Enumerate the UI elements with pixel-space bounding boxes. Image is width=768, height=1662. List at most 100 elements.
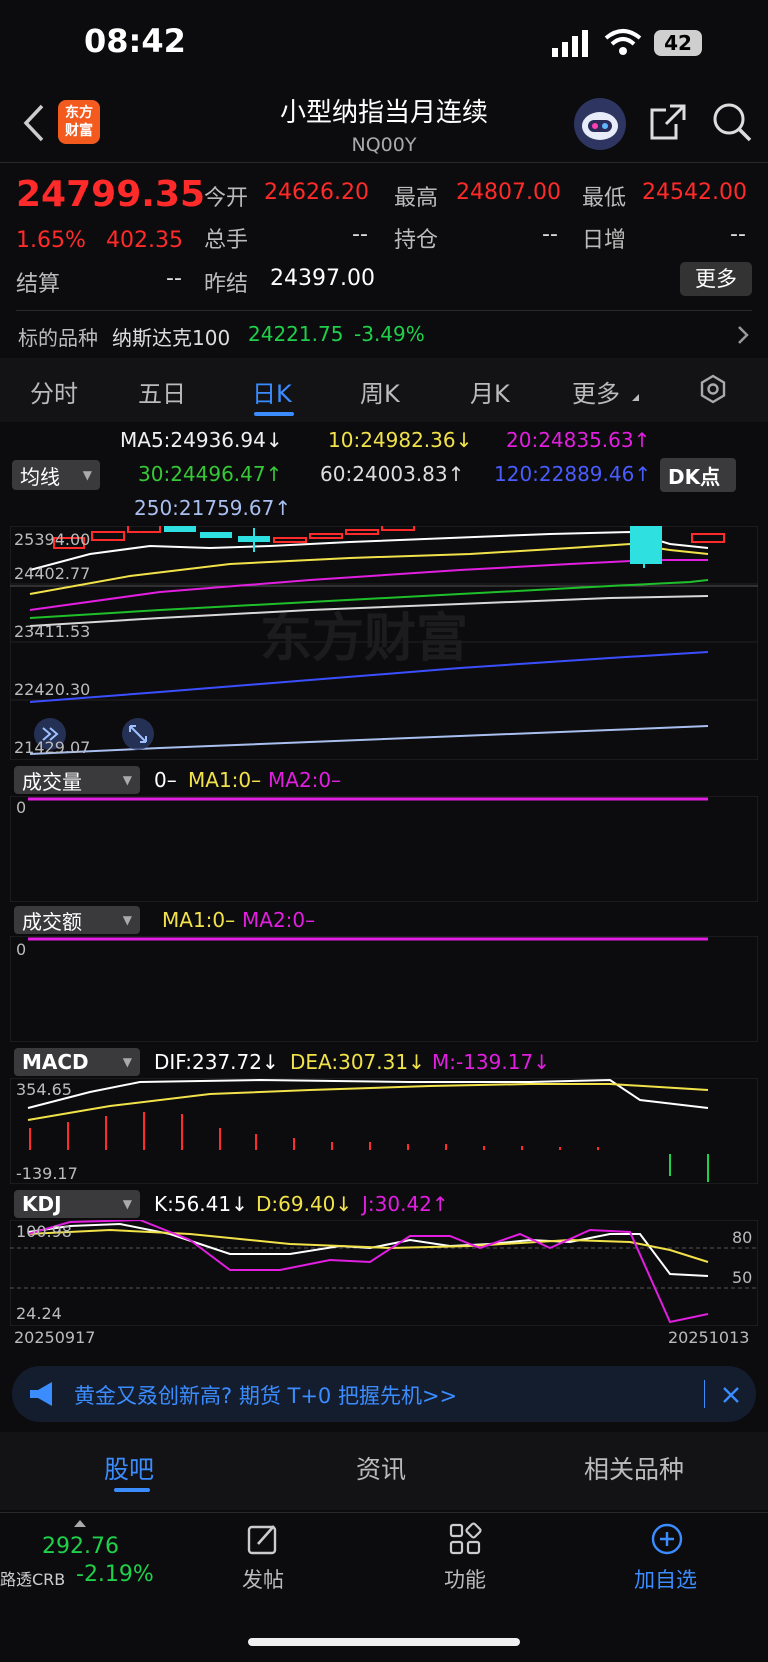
kline-chart[interactable]: 东方财富: [10, 526, 758, 760]
macd-dif: DIF:237.72↓: [154, 1050, 279, 1074]
x-end-date: 20251013: [668, 1328, 750, 1347]
kdj-ref-50: 50: [732, 1268, 753, 1287]
ma30-legend: 30:24496.47↑: [138, 462, 283, 486]
volume-zero: 0: [16, 798, 27, 817]
crb-pct: -2.19%: [76, 1562, 154, 1587]
open-value: 24626.20: [264, 180, 369, 205]
battery-icon: 42: [654, 30, 702, 56]
caret-down-icon: ▼: [82, 468, 92, 482]
macd-m: M:-139.17↓: [432, 1050, 550, 1074]
settle-label: 结算: [16, 272, 61, 297]
caret-down-icon: ▼: [122, 773, 132, 787]
share-icon[interactable]: [648, 102, 688, 146]
chevron-right-icon[interactable]: [736, 324, 750, 350]
candle: [630, 526, 662, 564]
kdj-selector-label: KDJ: [22, 1192, 62, 1216]
y-tick-3: 22420.30: [14, 680, 91, 699]
close-icon[interactable]: [718, 1380, 744, 1412]
caret-down-icon: ▼: [122, 1055, 132, 1069]
battery-level: 42: [664, 31, 692, 55]
prev-settle-label: 昨结: [204, 272, 249, 297]
high-label: 最高: [394, 186, 439, 211]
active-tab-indicator: [254, 412, 294, 416]
macd-chart: [10, 1078, 758, 1184]
robot-avatar-icon[interactable]: [574, 98, 626, 150]
kdj-k: K:56.41↓: [154, 1192, 248, 1216]
macd-selector-label: MACD: [22, 1050, 89, 1074]
x-start-date: 20250917: [14, 1328, 96, 1347]
amount-selector-label: 成交额: [22, 909, 82, 934]
underlying-pct: -3.49%: [354, 322, 425, 346]
function-label[interactable]: 功能: [444, 1564, 486, 1594]
change-pct: 1.65%: [16, 228, 86, 253]
volume-value: --: [352, 222, 368, 247]
candle: [91, 531, 125, 541]
kdj-ref-80: 80: [732, 1228, 753, 1247]
low-label: 最低: [582, 186, 627, 211]
open-label: 今开: [204, 186, 249, 211]
tab-more[interactable]: 更多: [572, 374, 620, 409]
dk-point-label: DK点: [668, 464, 721, 489]
post-icon[interactable]: [246, 1522, 280, 1560]
volume-ma2: MA2:0–: [268, 768, 342, 792]
kdj-bottom: 24.24: [16, 1304, 62, 1323]
volume-label: 总手: [204, 228, 249, 253]
tab-intraday[interactable]: 分时: [30, 374, 78, 409]
tab-news[interactable]: 资讯: [356, 1450, 406, 1486]
divider-underlying: [16, 310, 752, 311]
volume-value: 0–: [154, 768, 177, 792]
ma250-legend: 250:21759.67↑: [134, 496, 292, 520]
signal-icon: [552, 30, 592, 62]
underlying-name[interactable]: 纳斯达克100: [112, 322, 230, 351]
ma10-legend: 10:24982.36↓: [328, 428, 473, 452]
settle-value: --: [166, 266, 182, 291]
function-grid-icon[interactable]: [448, 1522, 482, 1560]
candle: [345, 529, 379, 535]
kdj-chart: [10, 1220, 758, 1326]
promo-banner[interactable]: 黄金又叒创新高? 期货 T+0 把握先机>>: [12, 1366, 756, 1422]
tab-weekly-k[interactable]: 周K: [360, 374, 400, 409]
candle: [164, 526, 196, 532]
last-price: 24799.35: [16, 174, 206, 215]
y-tick-0: 25394.00: [14, 530, 91, 549]
ma60-legend: 60:24003.83↑: [320, 462, 465, 486]
tab-five-day[interactable]: 五日: [138, 374, 186, 409]
macd-dea: DEA:307.31↓: [290, 1050, 425, 1074]
divider-top: [0, 162, 768, 163]
amount-selector[interactable]: 成交额 ▼: [14, 906, 140, 934]
tab-guba[interactable]: 股吧: [104, 1450, 154, 1486]
volume-ma1: MA1:0–: [188, 768, 262, 792]
tab-guba-indicator: [114, 1488, 150, 1492]
bottom-nav-divider: [0, 1512, 768, 1513]
add-watchlist-label[interactable]: 加自选: [634, 1564, 697, 1594]
volume-selector[interactable]: 成交量 ▼: [14, 766, 140, 794]
ma-selector-label: 均线: [20, 464, 60, 489]
tab-related[interactable]: 相关品种: [584, 1450, 684, 1486]
y-tick-1: 24402.77: [14, 564, 91, 583]
more-button[interactable]: 更多: [680, 262, 752, 296]
tab-monthly-k[interactable]: 月K: [470, 374, 510, 409]
daily-label: 日增: [582, 228, 627, 253]
tab-daily-k[interactable]: 日K: [252, 374, 292, 409]
volume-selector-label: 成交量: [22, 769, 82, 794]
caret-down-icon: ▼: [122, 1197, 132, 1211]
kdj-top: 100.98: [16, 1222, 72, 1241]
status-time: 08:42: [84, 22, 186, 60]
ma-selector[interactable]: 均线 ▼: [12, 460, 100, 490]
crb-value[interactable]: 292.76: [42, 1534, 119, 1559]
search-icon[interactable]: [710, 100, 754, 148]
oi-value: --: [542, 222, 558, 247]
underlying-value: 24221.75: [248, 322, 344, 346]
add-watchlist-icon[interactable]: [650, 1522, 684, 1560]
kdj-selector[interactable]: KDJ ▼: [14, 1190, 140, 1218]
macd-top: 354.65: [16, 1080, 72, 1099]
dk-point-button[interactable]: DK点: [660, 458, 736, 492]
ma5-legend: MA5:24936.94↓: [120, 428, 283, 452]
crb-label: 路透CRB: [0, 1570, 66, 1589]
megaphone-icon: [28, 1380, 58, 1412]
kdj-j: J:30.42↑: [362, 1192, 449, 1216]
macd-selector[interactable]: MACD ▼: [14, 1048, 140, 1076]
candle: [381, 526, 415, 531]
post-label[interactable]: 发帖: [242, 1564, 284, 1594]
settings-gear-icon[interactable]: [698, 374, 728, 408]
